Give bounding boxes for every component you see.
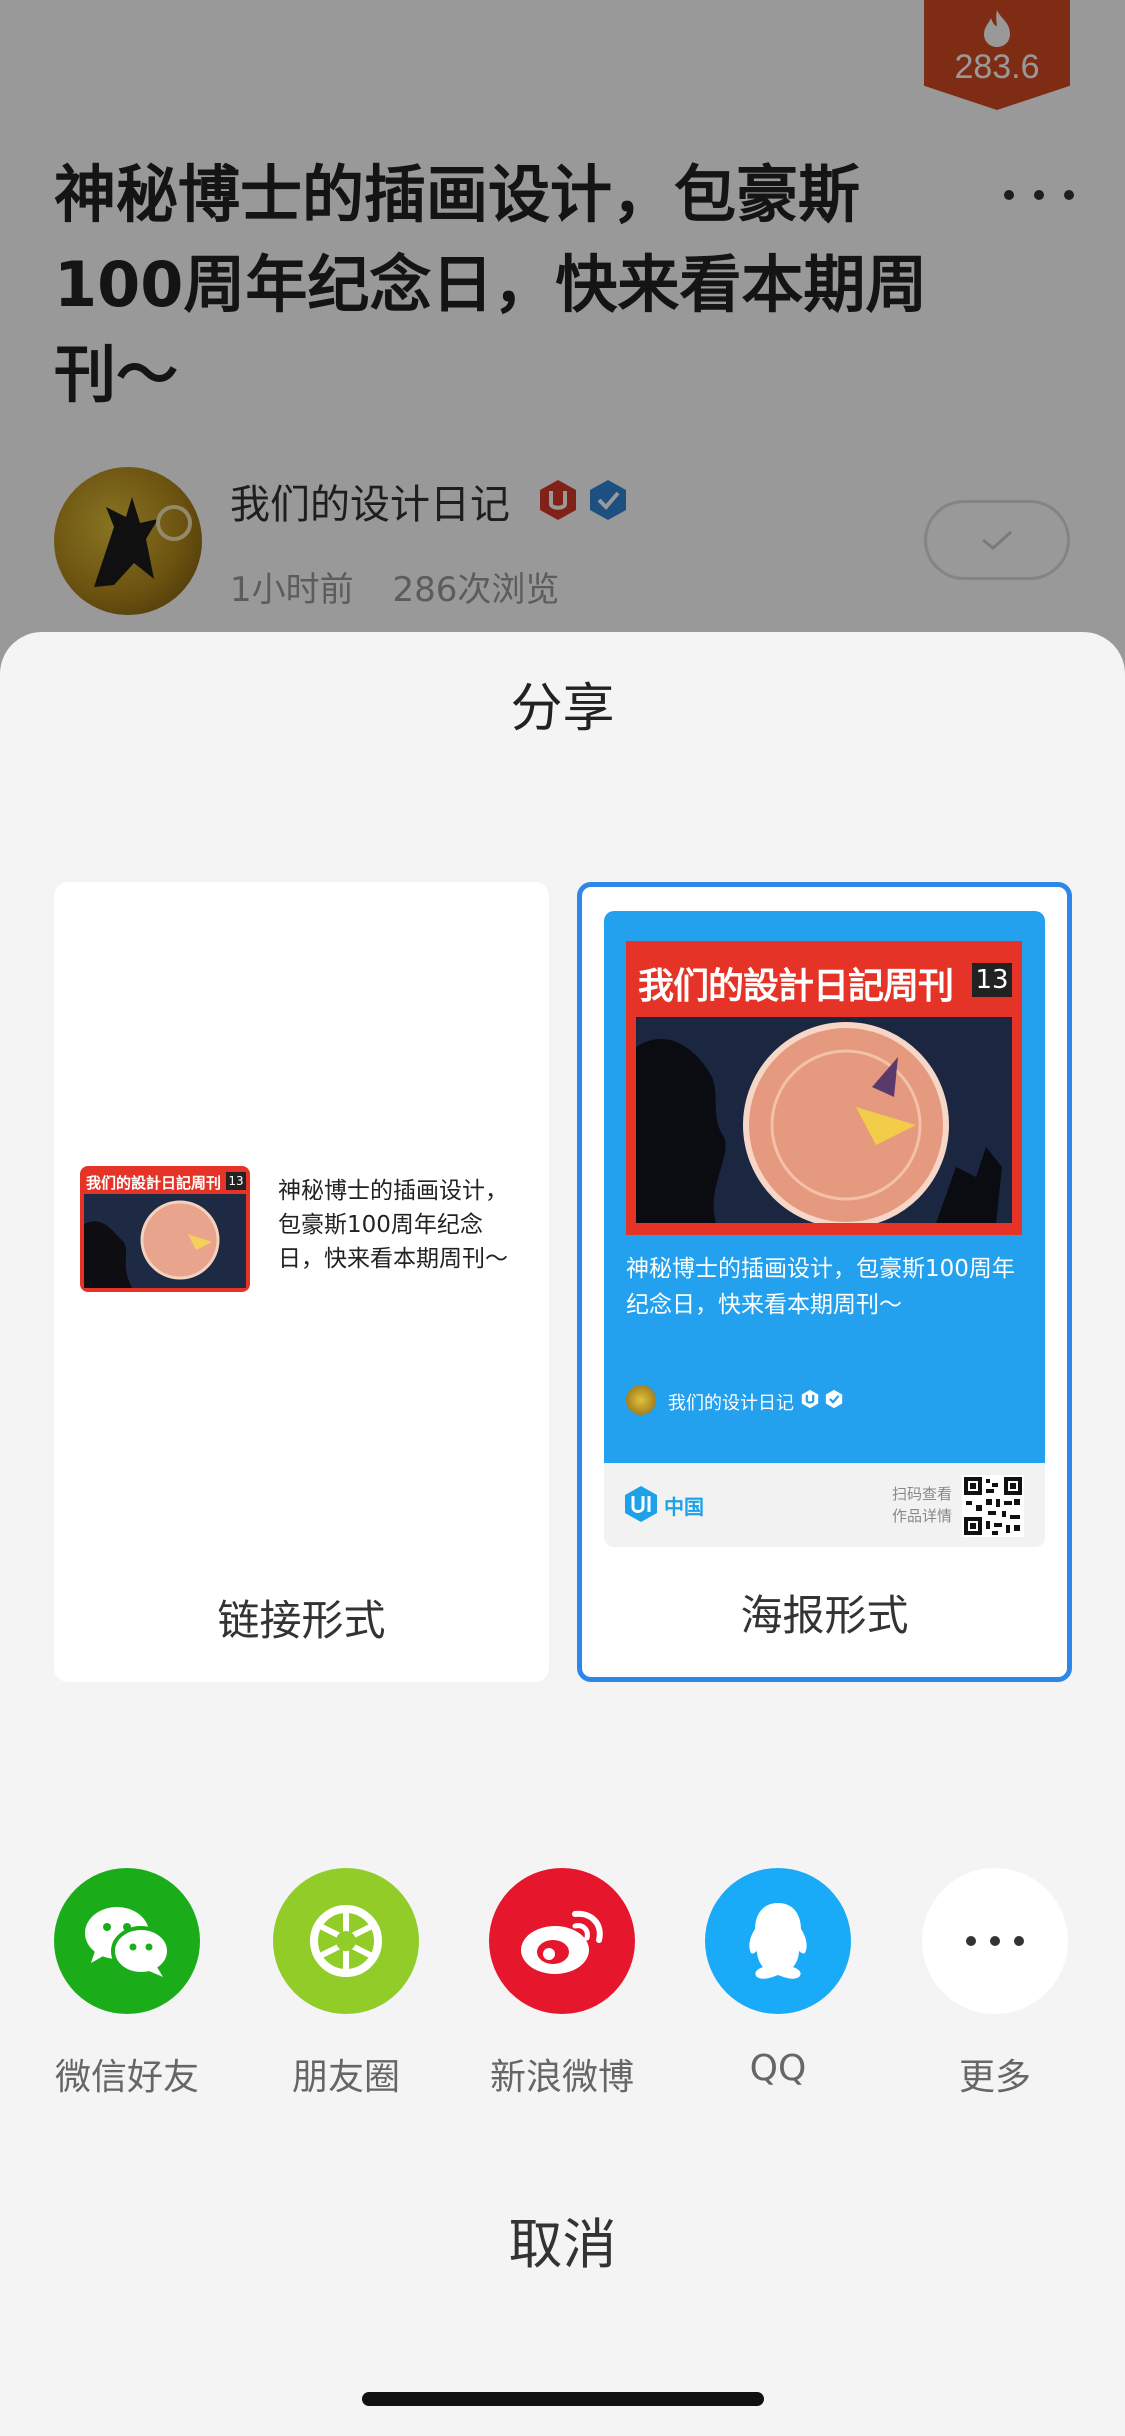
scan-hint: 扫码查看作品详情: [891, 1485, 952, 1525]
ui-china-logo-icon: [625, 1486, 657, 1522]
more-icon: [922, 1868, 1068, 2014]
poster-banner: 我们的設計日記周刊: [638, 966, 954, 1007]
qq-icon: [705, 1868, 851, 2014]
link-format-label: 链接形式: [217, 1596, 386, 1645]
cover-illustration-icon: [636, 1017, 1012, 1223]
share-wechat[interactable]: 微信好友: [47, 1868, 207, 2100]
share-moments[interactable]: 朋友圈: [266, 1868, 426, 2100]
logo-text: 中国: [664, 1495, 704, 1519]
share-qq-label: QQ: [749, 2048, 807, 2089]
share-more-label: 更多: [958, 2057, 1031, 2098]
poster-text: 神秘博士的插画设计，包豪斯100周年纪念日，快来看本期周刊～: [626, 1256, 1015, 1318]
share-wechat-label: 微信好友: [54, 2057, 199, 2098]
cancel-button[interactable]: 取消: [0, 2200, 1125, 2279]
poster-badges: [800, 1389, 844, 1409]
share-weibo-label: 新浪微博: [489, 2057, 634, 2098]
share-title: 分享: [510, 679, 615, 739]
thumb-banner: 我们的設計日記周刊: [86, 1174, 222, 1192]
weibo-icon: [489, 1868, 635, 2014]
poster-issue-number: 13: [972, 963, 1012, 997]
u-badge-icon: [801, 1389, 819, 1409]
share-weibo[interactable]: 新浪微博: [482, 1868, 642, 2100]
thumb-issue-number: 13: [226, 1172, 246, 1190]
share-targets: 微信好友 朋友圈 新浪微博 QQ 更多: [0, 1868, 1125, 2108]
link-preview-text: 神秘博士的插画设计，包豪斯100周年纪念日，快来看本期周刊～: [278, 1178, 508, 1272]
wechat-icon: [54, 1868, 200, 2014]
poster-preview: 我们的設計日記周刊 13 神秘博士的插画设计，包豪斯100周年纪念日，快来看本期…: [604, 911, 1045, 1463]
home-indicator[interactable]: [362, 2392, 764, 2406]
poster-format-card[interactable]: 我们的設計日記周刊 13 神秘博士的插画设计，包豪斯100周年纪念日，快来看本期…: [577, 882, 1072, 1682]
link-thumbnail: 我们的設計日記周刊 13: [80, 1166, 250, 1292]
qr-code-icon: [962, 1475, 1024, 1537]
share-sheet: 分享 我们的設計日記周刊 13 神秘博士的插画设计，包豪斯100周年纪念日，快来…: [0, 632, 1125, 2436]
poster-cover: 我们的設計日記周刊 13: [626, 941, 1022, 1235]
poster-author-avatar: [626, 1385, 656, 1415]
verified-icon: [825, 1389, 843, 1409]
poster-format-label: 海报形式: [740, 1591, 909, 1640]
share-more[interactable]: 更多: [915, 1868, 1075, 2100]
share-moments-label: 朋友圈: [291, 2057, 400, 2098]
poster-footer: 中国 扫码查看作品详情: [604, 1463, 1045, 1547]
link-format-card[interactable]: 我们的設計日記周刊 13 神秘博士的插画设计，包豪斯100周年纪念日，快来看本期…: [54, 882, 549, 1682]
moments-icon: [273, 1868, 419, 2014]
share-qq[interactable]: QQ: [698, 1868, 858, 2089]
poster-author: 我们的设计日记: [668, 1393, 794, 1414]
cover-illustration-icon: [84, 1194, 246, 1288]
